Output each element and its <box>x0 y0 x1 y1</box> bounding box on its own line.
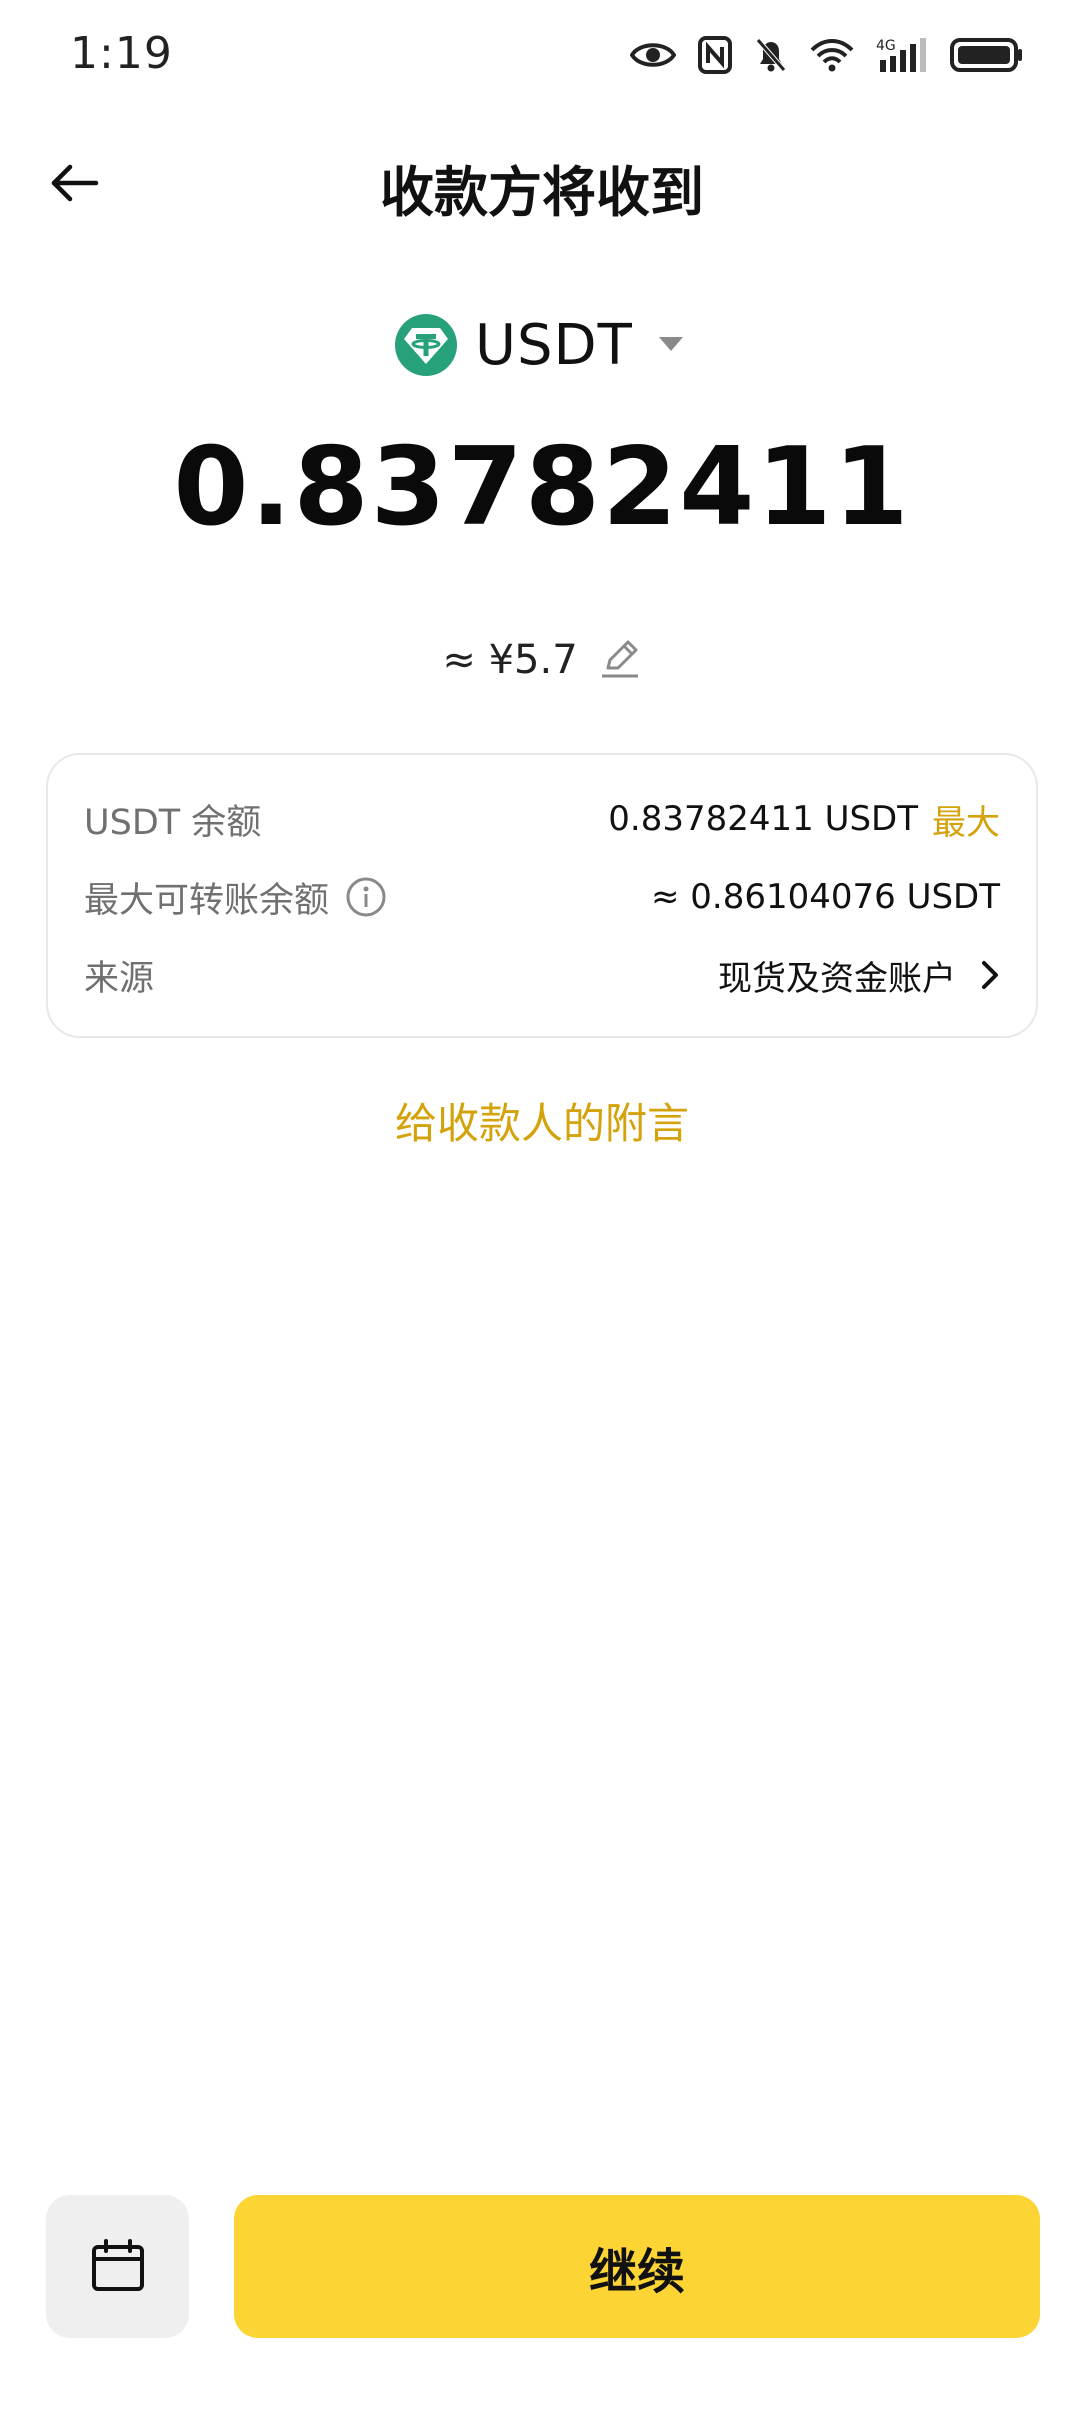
balance-row: USDT 余额 0.83782411 USDT 最大 <box>84 789 1000 849</box>
source-label: 来源 <box>84 958 155 999</box>
calendar-icon <box>90 2237 146 2297</box>
info-circle-icon[interactable] <box>345 876 387 918</box>
balance-value-group: 0.83782411 USDT 最大 <box>608 795 1000 844</box>
status-time: 1:19 <box>70 28 173 79</box>
max-transferable-label: 最大可转账余额 <box>84 880 330 921</box>
amount-value[interactable]: 0.83782411 <box>0 425 1084 550</box>
balance-info-card: USDT 余额 0.83782411 USDT 最大 最大可转账余额 ≈ 0.8… <box>46 753 1038 1038</box>
max-transferable-label-group: 最大可转账余额 <box>84 872 387 923</box>
wifi-icon <box>810 38 854 72</box>
header: 收款方将收到 <box>0 130 1084 230</box>
add-note-link[interactable]: 给收款人的附言 <box>0 1090 1084 1151</box>
chevron-right-icon <box>980 959 1000 991</box>
currency-selector[interactable]: USDT <box>395 300 683 390</box>
eye-icon <box>630 40 676 70</box>
status-icons: 4G <box>630 30 1024 80</box>
tether-coin-icon <box>395 314 457 376</box>
pencil-icon <box>598 636 642 684</box>
schedule-button[interactable] <box>46 2195 189 2338</box>
source-value-group[interactable]: 现货及资金账户 <box>718 951 1000 1000</box>
max-transferable-row: 最大可转账余额 ≈ 0.86104076 USDT <box>84 867 1000 927</box>
battery-icon <box>950 37 1024 73</box>
source-row[interactable]: 来源 现货及资金账户 <box>84 945 1000 1005</box>
currency-label: USDT <box>475 312 633 378</box>
caret-down-icon <box>658 336 683 355</box>
edit-fiat-button[interactable] <box>598 636 642 684</box>
fiat-row: ≈ ¥5.7 <box>0 630 1084 690</box>
balance-value: 0.83782411 USDT <box>608 799 918 839</box>
status-bar: 1:19 4G <box>0 0 1084 110</box>
page-title: 收款方将收到 <box>380 161 704 224</box>
max-button[interactable]: 最大 <box>932 795 1000 844</box>
svg-text:4G: 4G <box>876 38 896 54</box>
screen: 1:19 4G 收款方将收到 USDT 0.83782411 ≈ ¥5.7 US… <box>0 0 1084 2412</box>
continue-button[interactable]: 继续 <box>234 2195 1040 2338</box>
balance-label: USDT 余额 <box>84 802 262 843</box>
max-transferable-value: ≈ 0.86104076 USDT <box>650 877 1000 917</box>
nfc-icon <box>698 36 732 74</box>
source-value: 现货及资金账户 <box>718 958 956 999</box>
mute-bell-icon <box>754 36 788 74</box>
fiat-value: ≈ ¥5.7 <box>442 637 578 683</box>
signal-icon: 4G <box>876 36 928 74</box>
